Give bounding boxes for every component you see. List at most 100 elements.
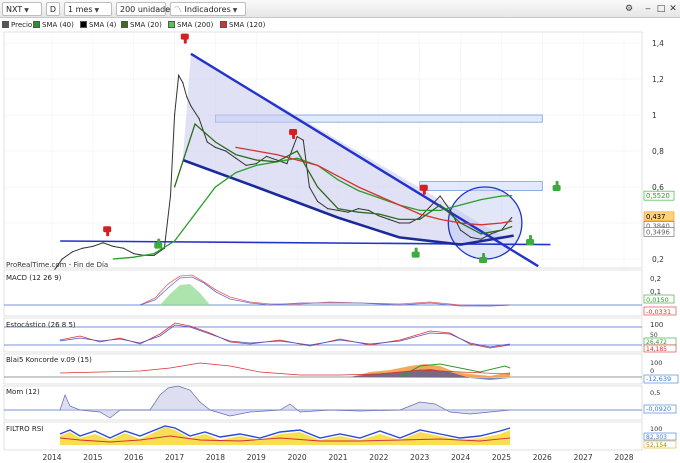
data-point — [480, 233, 482, 235]
thumbs-up-shape — [482, 253, 486, 258]
data-point — [439, 204, 441, 206]
data-point — [235, 172, 237, 174]
data-point — [480, 224, 482, 226]
data-point — [225, 150, 227, 152]
data-point — [235, 157, 237, 159]
data-point — [255, 163, 257, 165]
data-point — [186, 96, 188, 98]
data-point — [169, 195, 172, 197]
data-point — [102, 242, 104, 244]
data-point — [153, 254, 155, 256]
x-tick-label: 2026 — [533, 453, 552, 462]
data-point — [419, 217, 421, 219]
data-point — [500, 195, 503, 197]
rsi-value: 52,154 — [646, 442, 667, 449]
data-point — [337, 209, 339, 211]
x-tick-label: 2018 — [206, 453, 225, 462]
data-point — [214, 186, 217, 188]
data-point — [429, 206, 431, 208]
data-point — [337, 208, 339, 210]
data-point — [459, 204, 462, 206]
koncorde-panel: Blai5 Koncorde v.09 (15) 100 0 -12,639 — [3, 353, 679, 385]
data-point — [276, 154, 278, 156]
x-tick-label: 2024 — [451, 453, 470, 462]
data-point — [296, 150, 298, 152]
data-point — [419, 213, 421, 215]
thumbs-up-shape — [414, 247, 418, 253]
stochastic-panel: Estocástico (26 8 5) 100 50 0 26,472 14,… — [3, 317, 677, 353]
data-point — [245, 164, 247, 166]
data-point — [178, 74, 180, 76]
data-point — [357, 190, 360, 192]
data-point — [198, 118, 200, 120]
koncorde-value: -12,639 — [646, 375, 671, 383]
data-point — [368, 209, 370, 211]
rsi-value: 82,303 — [646, 434, 667, 441]
macd-title: MACD (12 26 9) — [6, 274, 62, 282]
data-point — [255, 159, 257, 161]
data-point — [276, 159, 278, 161]
rsi-title: FILTRO RSI — [6, 425, 43, 433]
y-tick-label: 0,2 — [652, 255, 664, 264]
data-point — [194, 213, 196, 215]
data-point — [398, 218, 400, 220]
y-tick-label: 1 — [652, 111, 657, 120]
source-label: ProRealTime.com - Fin de Día — [6, 261, 108, 269]
data-point — [316, 186, 319, 188]
macd-tick: 0,2 — [650, 275, 661, 283]
data-point — [302, 139, 304, 141]
data-point — [173, 240, 176, 242]
x-axis: 2014 2015 2016 2017 2018 2019 2020 2021 2022 2023… — [42, 453, 633, 462]
thumbs-up-shape — [529, 235, 533, 240]
data-point — [459, 222, 462, 224]
data-point — [112, 245, 114, 247]
data-point — [296, 157, 298, 159]
stoch-value: 14,185 — [646, 346, 667, 353]
data-point — [378, 195, 380, 197]
thumbs-down-shape — [106, 231, 110, 237]
data-point — [439, 195, 441, 197]
y-tick-label: 1,4 — [652, 39, 664, 48]
thumbs-down-shape — [183, 38, 187, 44]
x-tick-label: 2020 — [288, 453, 307, 462]
data-point — [511, 195, 513, 197]
data-point — [133, 256, 135, 258]
data-point — [419, 218, 421, 220]
data-point — [378, 213, 380, 215]
data-point — [235, 154, 237, 156]
mom-value: -0,0920 — [646, 405, 671, 413]
data-point — [265, 155, 268, 157]
data-point — [153, 253, 155, 255]
data-point — [357, 211, 360, 213]
data-point — [500, 222, 503, 224]
data-point — [439, 209, 441, 211]
data-point — [408, 222, 411, 224]
mom-title: Mom (12) — [6, 388, 40, 396]
data-point — [190, 105, 192, 107]
data-point — [459, 229, 462, 231]
data-point — [214, 141, 217, 143]
data-point — [439, 218, 441, 220]
data-point — [71, 251, 74, 253]
macd-value: 0,0150 — [646, 296, 669, 304]
thumbs-down-shape — [292, 134, 296, 139]
price-label: 0,3496 — [646, 229, 670, 237]
price-label: 0,5520 — [646, 192, 670, 200]
data-point — [182, 82, 184, 84]
x-tick-label: 2021 — [328, 453, 347, 462]
data-point — [419, 209, 421, 211]
data-point — [470, 236, 472, 238]
x-tick-label: 2015 — [83, 453, 102, 462]
macd-panel: MACD (12 26 9) 0,2 0,1 0 0,0150 -0,0331 — [3, 269, 677, 317]
x-tick-label: 2022 — [369, 453, 388, 462]
x-tick-label: 2017 — [165, 453, 184, 462]
price-label: 0,437 — [646, 213, 665, 221]
data-point — [194, 123, 196, 125]
data-point — [480, 238, 482, 240]
data-point — [347, 211, 349, 213]
koncorde-tick: 100 — [650, 359, 662, 367]
data-point — [255, 150, 257, 152]
koncorde-tick: 0 — [650, 367, 654, 375]
data-point — [122, 247, 125, 249]
data-point — [316, 200, 319, 202]
